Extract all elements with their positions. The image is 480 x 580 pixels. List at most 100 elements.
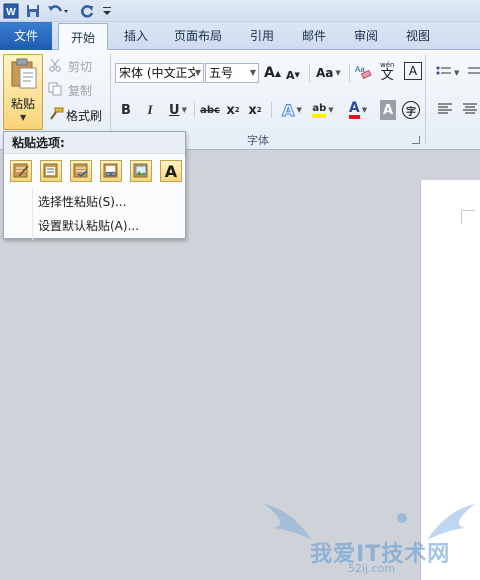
group-separator <box>309 64 310 82</box>
shrink-font-label: A <box>286 68 295 82</box>
paste-keep-source-format-button[interactable] <box>10 160 32 182</box>
word-app-icon[interactable]: W <box>2 2 20 19</box>
paste-options-menu: 粘贴选项: A 选择性粘贴(S)... 设置默认粘贴(A)... <box>3 131 186 240</box>
align-left-button[interactable] <box>437 100 453 120</box>
paste-text-only-button[interactable]: A <box>160 160 182 182</box>
bold-button[interactable]: B <box>118 100 134 120</box>
tab-home[interactable]: 开始 <box>58 23 108 51</box>
chevron-down-icon: ▼ <box>296 106 302 114</box>
numbering-icon <box>466 65 480 82</box>
merge-format-icon <box>42 161 60 182</box>
set-default-paste-item[interactable]: 设置默认粘贴(A)... <box>38 217 139 234</box>
font-color-button[interactable]: A ▼ <box>344 100 372 120</box>
watermark-url: 52ij.com <box>348 562 396 575</box>
paste-special-item[interactable]: 选择性粘贴(S)... <box>38 193 126 210</box>
format-painter-label: 格式刷 <box>66 108 103 123</box>
paste-use-destination-style-button[interactable] <box>70 160 92 182</box>
scissors-icon <box>48 58 64 75</box>
tab-review[interactable]: 审阅 <box>348 22 384 50</box>
tab-page-layout[interactable]: 页面布局 <box>168 22 228 50</box>
paste-button[interactable]: 粘贴 ▼ <box>3 54 43 130</box>
align-center-button[interactable] <box>462 100 478 120</box>
group-separator <box>425 54 426 144</box>
copy-label: 复制 <box>68 83 93 98</box>
subscript-button[interactable]: x2 <box>225 100 241 120</box>
tab-mailings[interactable]: 邮件 <box>296 22 332 50</box>
paste-options-header: 粘贴选项: <box>4 132 185 154</box>
group-separator <box>194 102 195 118</box>
brush-icon <box>48 107 64 124</box>
keep-source-format-icon <box>12 161 30 182</box>
site-watermark: 我爱IT技术网 52ij.com <box>262 500 477 578</box>
chevron-down-icon: ▼ <box>454 69 460 77</box>
svg-text:W: W <box>6 7 16 18</box>
font-dialog-launcher-icon[interactable] <box>412 136 420 144</box>
highlighter-icon: ab <box>312 103 327 118</box>
grow-font-button[interactable]: A ▲ <box>264 63 281 83</box>
group-separator <box>271 102 272 118</box>
shrink-font-button[interactable]: A ▼ <box>286 65 300 85</box>
chevron-down-icon: ▼ <box>181 106 187 114</box>
bullets-button[interactable]: ▼ <box>436 63 459 83</box>
text-effects-button[interactable]: A ▼ <box>278 100 306 120</box>
clear-format-icon: Aa <box>354 62 372 83</box>
tab-references[interactable]: 引用 <box>244 22 280 50</box>
copy-button[interactable]: 复制 <box>48 80 92 100</box>
copy-icon <box>48 82 64 99</box>
ribbon-tabs: 文件 开始 插入 页面布局 引用 邮件 审阅 视图 <box>0 22 480 51</box>
enclose-characters-button[interactable]: 字 <box>402 101 420 119</box>
grow-font-label: A <box>264 65 275 81</box>
chevron-down-icon: ▼ <box>328 106 334 114</box>
group-separator <box>349 64 350 82</box>
customize-qat-icon[interactable] <box>100 2 114 19</box>
tab-file[interactable]: 文件 <box>0 22 52 50</box>
font-color-label: A <box>348 100 360 116</box>
link-icon <box>102 161 120 182</box>
change-case-button[interactable]: Aa ▼ <box>316 63 341 83</box>
picture-icon <box>132 161 150 182</box>
highlight-button[interactable]: ab ▼ <box>308 100 338 120</box>
tab-view[interactable]: 视图 <box>400 22 436 50</box>
clear-format-button[interactable]: Aa <box>354 62 376 82</box>
phonetic-char-icon: 文 <box>380 68 394 83</box>
save-icon[interactable] <box>24 2 42 19</box>
paste-label: 粘贴 <box>11 97 36 111</box>
italic-button[interactable]: I <box>142 100 158 120</box>
paste-link-button[interactable] <box>100 160 122 182</box>
superscript-label: x <box>248 102 257 118</box>
font-size-combo[interactable]: 五号 ▼ <box>205 63 259 83</box>
chevron-down-icon: ▼ <box>194 68 201 77</box>
align-left-icon <box>437 102 453 119</box>
format-painter-button[interactable]: 格式刷 <box>48 105 102 125</box>
paste-menu-items: 选择性粘贴(S)... 设置默认粘贴(A)... <box>4 188 185 240</box>
underline-button[interactable]: U ▼ <box>164 100 192 120</box>
chevron-down-icon: ▼ <box>20 113 27 122</box>
text-effects-icon: A <box>282 100 295 120</box>
use-destination-style-icon <box>72 161 90 182</box>
character-shading-button[interactable]: A <box>380 100 396 120</box>
character-border-button[interactable]: A <box>404 62 422 80</box>
strikethrough-button[interactable]: abc <box>199 100 221 120</box>
bullets-icon <box>436 65 452 82</box>
underline-label: U <box>169 102 180 118</box>
redo-icon[interactable] <box>78 2 96 19</box>
align-center-icon <box>462 102 478 119</box>
paste-as-picture-button[interactable] <box>130 160 152 182</box>
phonetic-guide-button[interactable]: wén 文 <box>380 61 394 83</box>
numbering-button[interactable] <box>466 63 480 83</box>
font-color-icon: A <box>348 100 360 119</box>
cut-button[interactable]: 剪切 <box>48 56 92 76</box>
tab-insert[interactable]: 插入 <box>118 22 154 50</box>
paste-merge-format-button[interactable] <box>40 160 62 182</box>
character-border-label: A <box>408 64 418 78</box>
font-name-combo[interactable]: 宋体 (中文正文 ▼ <box>115 63 204 83</box>
font-name-value: 宋体 (中文正文 <box>119 66 195 80</box>
clipboard-icon <box>10 58 38 93</box>
chevron-down-icon: ▼ <box>361 106 368 114</box>
menu-gutter <box>32 188 33 240</box>
superscript-button[interactable]: x2 <box>247 100 263 120</box>
margin-marker <box>461 210 475 211</box>
undo-icon[interactable] <box>46 2 70 19</box>
chevron-down-icon: ▼ <box>249 68 256 77</box>
text-only-label: A <box>164 161 178 181</box>
